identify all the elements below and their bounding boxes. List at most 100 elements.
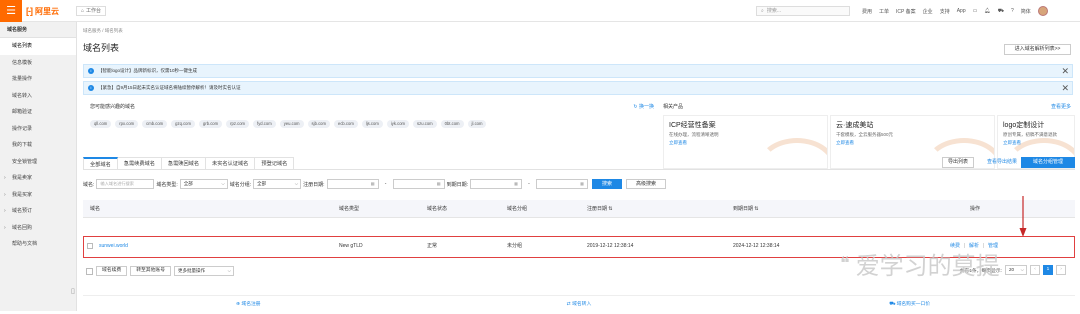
domain-tag[interactable]: cmb.com [142,120,168,128]
domain-tag[interactable]: yeu.com [279,120,304,128]
sidebar-item[interactable]: 我的下载 [0,137,76,154]
sidebar-item[interactable]: 信息模板 [0,55,76,72]
search-button[interactable]: 搜索 [591,179,622,189]
sidebar-item[interactable]: 安全锁管理 [0,154,76,171]
domain-tag[interactable]: grb.com [199,120,223,128]
page-size-select[interactable]: 20 ⌵ [1005,265,1027,275]
date-separator: - [384,181,387,187]
sidebar-item[interactable]: › 我是卖家 [0,170,76,187]
collapse-sidebar-icon[interactable]: ▯ [71,287,75,295]
domain-tag[interactable]: gzq.com [171,120,195,128]
menu-icon[interactable]: ☰ [0,0,22,22]
products-title: 相关产品 [663,104,684,110]
domain-tag[interactable]: rpz.com [226,120,250,128]
top-link-fees[interactable]: 费用 [862,8,872,15]
next-page-button[interactable]: › [1056,265,1066,275]
close-icon[interactable]: ✕ [1061,65,1069,77]
group-manage-button[interactable]: 域名分组管理 [1021,157,1075,168]
domain-tag[interactable]: iyk.com [386,120,410,128]
top-link-icp[interactable]: ICP 备案 [896,8,916,15]
footer-buy-label: 域名购买一口价 [896,302,931,307]
language-switch[interactable]: 简体 [1021,8,1031,15]
more-bulk-select[interactable]: 更多批量操作 ⌵ [174,266,234,276]
advanced-search-button[interactable]: 高级搜索 [625,179,666,189]
footer-register[interactable]: ⊕ 域名注册 [83,296,414,313]
domain-tag[interactable]: szu.com [413,120,437,128]
sidebar-item-label: 批量操作 [12,76,33,82]
col-exp-date[interactable]: 到期日期 ⇅ [733,200,759,218]
transfer-account-button[interactable]: 转至其他账号 [130,266,171,276]
export-list-button[interactable]: 导出列表 [942,157,974,168]
domain-tag[interactable]: jl.com [467,120,487,128]
reg-date-end[interactable]: ▦ [392,179,445,189]
domain-tag[interactable]: 0bt.com [440,120,464,128]
close-icon[interactable]: ✕ [1061,82,1069,94]
row-checkbox[interactable] [87,243,93,249]
sidebar-item-label: 帮助与文档 [12,241,38,247]
reg-date-label: 注册日期: [303,181,325,188]
col-actions: 操作 [970,206,981,212]
sidebar-item[interactable]: › 我是买家 [0,187,76,204]
top-link-support[interactable]: 支持 [940,8,950,15]
sidebar-item[interactable]: 域名转入 [0,88,76,105]
sidebar-item[interactable]: › 域名预订 [0,203,76,220]
top-link-ticket[interactable]: 工单 [879,8,889,15]
sidebar-item[interactable]: 域名列表 [0,38,76,55]
home-icon: ⌂ [81,7,85,14]
product-card-icp[interactable]: ICP经营性备案 在线办理，流程清晰透明 立即查看 [663,115,828,169]
avatar[interactable] [1037,6,1048,16]
page-size-value: 20 [1009,267,1015,272]
sidebar: 域名服务 域名列表 信息模板 批量操作 域名转入 邮箱验证 操作记录 我的下载 安全锁管理 › 我… [0,22,77,311]
domain-link[interactable]: sunwei.world [99,237,128,256]
calendar-icon: ▦ [436,181,441,186]
terminal-icon[interactable]: ▭ [973,8,978,14]
reg-date-start[interactable]: ▦ [326,179,379,189]
group-filter-label: 域名分组: [229,181,252,188]
domain-tag[interactable]: rpx.com [115,120,139,128]
domain-tag[interactable]: fyd.com [253,120,276,128]
domain-tag[interactable]: ljs.com [361,120,383,128]
sidebar-item[interactable]: 帮助与文档 [0,236,76,253]
chevron-right-icon: › [4,208,6,214]
top-search-input[interactable]: ⌕ 搜索... [756,6,850,16]
footer-buy[interactable]: ⛟ 域名购买一口价 [744,296,1075,313]
top-link-app[interactable]: App [957,8,966,14]
type-select[interactable]: 全部 ⌵ [179,179,228,189]
card-link[interactable]: 立即查看 [669,140,687,146]
notice-text[interactable]: 【智能logo设计】品牌新标识，仅需10秒一键生成 [98,68,197,73]
exp-date-start[interactable]: ▦ [469,179,522,189]
domain-tag[interactable]: sjb.com [307,120,330,128]
page-1-button[interactable]: 1 [1043,265,1053,275]
domain-search-input[interactable]: 输入域名进行搜索 [96,179,155,189]
card-link[interactable]: 立即查看 [1003,140,1021,146]
workspace-button[interactable]: ⌂ 工作台 [76,6,107,16]
bell-icon[interactable]: 🔔︎ [984,8,990,14]
bulk-renew-button[interactable]: 域名续费 [96,266,128,276]
select-all-checkbox[interactable] [86,267,93,275]
chevron-down-icon: ⌵ [221,181,225,186]
prev-page-button[interactable]: ‹ [1030,265,1040,275]
exp-date-end[interactable]: ▦ [535,179,588,189]
sort-icon: ⇅ [754,206,759,212]
help-icon[interactable]: ? [1011,8,1014,14]
domain-tag[interactable]: ecb.com [333,120,358,128]
logo[interactable]: [-] 阿里云 [26,4,59,18]
domain-tag[interactable]: qll.com [90,120,112,128]
sidebar-item[interactable]: 邮箱验证 [0,104,76,121]
sidebar-item[interactable]: 批量操作 [0,71,76,88]
cart-icon[interactable]: ⛟ [998,8,1004,15]
search-icon: ⌕ [761,8,764,14]
view-more-link[interactable]: 查看更多 [1051,103,1071,110]
card-title: 云·速成美站 [836,122,874,129]
top-link-enterprise[interactable]: 企业 [923,8,933,15]
view-export-link[interactable]: 查看导出结果 [987,158,1017,167]
group-select[interactable]: 全部 ⌵ [253,179,302,189]
card-link[interactable]: 立即查看 [836,140,854,146]
footer-transfer[interactable]: ⇄ 域名转入 [414,296,745,313]
sidebar-item[interactable]: › 域名回购 [0,220,76,237]
notice-text[interactable]: 【紧急】自9月15日起未实名认证域名将陆续暂停解析！请及时实名认证 [98,85,241,90]
sidebar-item[interactable]: 操作记录 [0,121,76,138]
refresh-button[interactable]: ↻ 换一换 [633,103,654,110]
enter-dns-list-button[interactable]: 进入域名解析列表>> [1004,44,1071,55]
col-reg-date[interactable]: 注册日期 ⇅ [587,200,613,218]
